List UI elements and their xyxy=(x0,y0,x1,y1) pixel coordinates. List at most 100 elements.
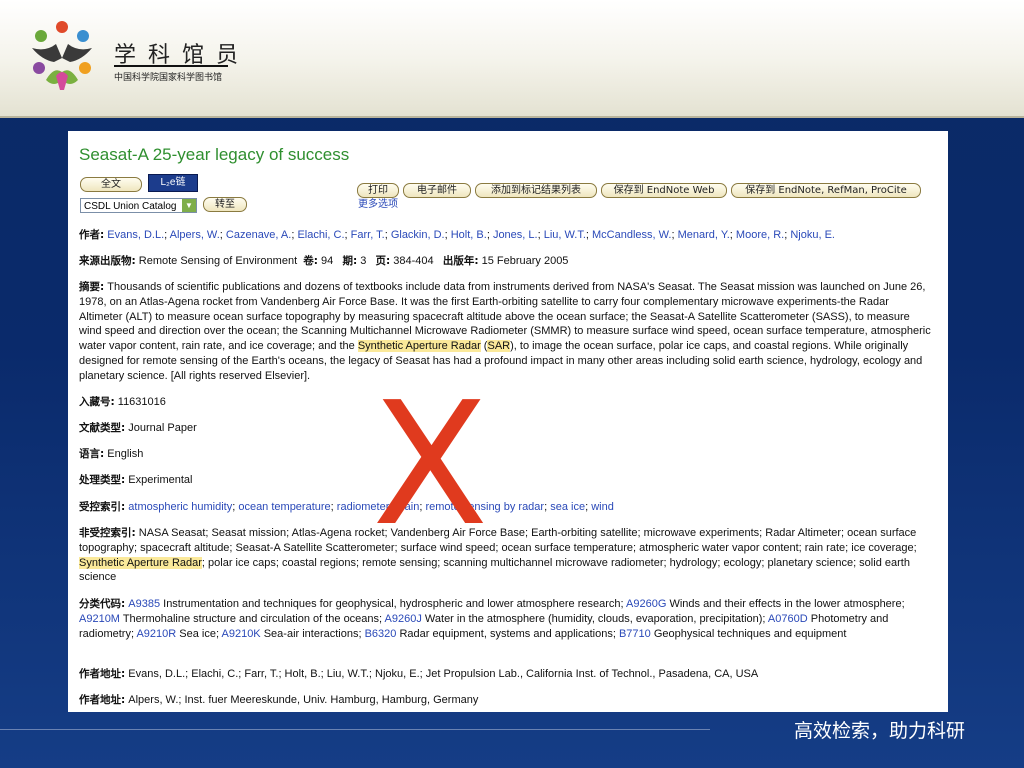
address-value-1: Evans, D.L.; Elachi, C.; Farr, T.; Holt,… xyxy=(128,668,759,680)
treatment-label: 处理类型: xyxy=(79,474,126,486)
author-link[interactable]: Holt, B. xyxy=(451,229,487,241)
classification-code-link[interactable]: A9260J xyxy=(385,613,422,625)
abstract-field: 摘要: Thousands of scientific publications… xyxy=(79,280,934,384)
save-endnote-web-button[interactable]: 保存到 EndNote Web xyxy=(601,183,727,198)
classification-description: Water in the atmosphere (humidity, cloud… xyxy=(421,612,768,625)
classification-label: 分类代码: xyxy=(79,598,126,610)
red-x-mark: X xyxy=(372,366,489,564)
uncontrolled-terms-field: 非受控索引: NASA Seasat; Seasat mission; Atla… xyxy=(79,526,934,585)
classification-code-link[interactable]: A9210R xyxy=(136,628,176,640)
authors-list: Evans, D.L.; Alpers, W.; Cazenave, A.; E… xyxy=(107,229,835,241)
classification-description: Sea-air interactions; xyxy=(260,627,365,640)
year-label: 出版年: xyxy=(442,255,479,267)
brand-underline xyxy=(114,65,228,67)
classification-description: Sea ice; xyxy=(176,627,222,640)
pages-label: 页: xyxy=(375,255,391,267)
accession-field: 入藏号: 11631016 xyxy=(79,395,934,410)
uncontrolled-highlight: Synthetic Aperture Radar xyxy=(79,556,202,569)
email-button[interactable]: 电子邮件 xyxy=(403,183,471,198)
chevron-down-icon[interactable]: ▼ xyxy=(182,199,196,212)
language-label: 语言: xyxy=(79,448,105,460)
treatment-field: 处理类型: Experimental xyxy=(79,473,934,488)
author-link[interactable]: Elachi, C. xyxy=(297,229,344,241)
author-link[interactable]: Njoku, E. xyxy=(790,229,835,241)
classification-description: Geophysical techniques and equipment xyxy=(650,627,847,640)
author-link[interactable]: Liu, W.T. xyxy=(544,229,586,241)
source-field: 来源出版物: Remote Sensing of Environment 卷: … xyxy=(79,254,934,269)
classification-description: Instrumentation and techniques for geoph… xyxy=(160,598,627,610)
language-field: 语言: English xyxy=(79,447,934,462)
accession-value: 11631016 xyxy=(117,396,166,408)
classification-description: Radar equipment, systems and application… xyxy=(396,627,619,640)
library-people-logo-icon xyxy=(32,21,92,90)
controlled-term-link[interactable]: wind xyxy=(591,501,614,513)
classification-code-link[interactable]: A9260G xyxy=(626,598,666,610)
classification-code-link[interactable]: B7710 xyxy=(619,628,651,640)
pages-value: 384-404 xyxy=(393,255,434,267)
classification-description: Thermohaline structure and circulation o… xyxy=(119,612,385,625)
goto-button[interactable]: 转至 xyxy=(203,197,247,212)
catalog-select[interactable]: CSDL Union Catalog ▼ xyxy=(80,198,197,213)
volume-value: 94 xyxy=(321,255,334,267)
address-label-1: 作者地址: xyxy=(79,668,126,680)
controlled-label: 受控索引: xyxy=(79,501,126,513)
abstract-label: 摘要: xyxy=(79,281,105,293)
doctype-value: Journal Paper xyxy=(128,422,197,434)
issue-value: 3 xyxy=(360,255,367,267)
issue-label: 期: xyxy=(342,255,358,267)
link-resolver-button[interactable]: L₂e链 xyxy=(148,174,198,192)
source-value: Remote Sensing of Environment xyxy=(138,255,298,267)
accession-label: 入藏号: xyxy=(79,396,115,408)
classification-field: 分类代码: A9385 Instrumentation and techniqu… xyxy=(79,597,934,641)
uncontrolled-text: NASA Seasat; Seasat mission; Atlas-Agena… xyxy=(79,527,917,554)
classification-code-link[interactable]: A9210K xyxy=(222,628,261,640)
author-link[interactable]: Cazenave, A. xyxy=(226,229,291,241)
doctype-label: 文献类型: xyxy=(79,422,126,434)
uncontrolled-label: 非受控索引: xyxy=(79,527,136,539)
address-label-2: 作者地址: xyxy=(79,694,126,706)
authors-label: 作者: xyxy=(79,229,105,241)
author-link[interactable]: Glackin, D. xyxy=(391,229,445,241)
volume-label: 卷: xyxy=(303,255,318,267)
author-link[interactable]: Alpers, W. xyxy=(170,229,220,241)
address-value-2: Alpers, W.; Inst. fuer Meereskunde, Univ… xyxy=(128,694,479,706)
record-panel: Seasat-A 25-year legacy of success 全文 L₂… xyxy=(68,131,948,712)
uncontrolled-text-end: ; polar ice caps; coastal regions; remot… xyxy=(79,556,910,584)
article-title[interactable]: Seasat-A 25-year legacy of success xyxy=(79,145,349,165)
controlled-term-link[interactable]: atmospheric humidity xyxy=(128,501,232,513)
author-link[interactable]: Evans, D.L. xyxy=(107,229,164,241)
abstract-highlight: Synthetic Aperture Radar xyxy=(357,340,481,353)
doctype-field: 文献类型: Journal Paper xyxy=(79,421,934,436)
address-field-1: 作者地址: Evans, D.L.; Elachi, C.; Farr, T.;… xyxy=(79,667,934,682)
source-label: 来源出版物: xyxy=(79,255,136,267)
author-link[interactable]: McCandless, W. xyxy=(592,229,671,241)
classification-code-link[interactable]: A9385 xyxy=(128,598,160,610)
save-endnote-refman-button[interactable]: 保存到 EndNote, RefMan, ProCite xyxy=(731,183,921,198)
more-options-link[interactable]: 更多选项 xyxy=(358,195,398,210)
header-band: 学科馆员 中国科学院国家科学图书馆 xyxy=(0,0,1024,118)
language-value: English xyxy=(107,448,144,460)
footer-slogan: 高效检索，助力科研 xyxy=(794,720,966,742)
address-field-2: 作者地址: Alpers, W.; Inst. fuer Meereskunde… xyxy=(79,693,934,708)
author-link[interactable]: Farr, T. xyxy=(351,229,385,241)
author-link[interactable]: Moore, R. xyxy=(736,229,784,241)
author-link[interactable]: Jones, L. xyxy=(493,229,538,241)
classification-code-link[interactable]: A0760D xyxy=(768,613,808,625)
classification-code-link[interactable]: B6320 xyxy=(365,628,397,640)
controlled-term-link[interactable]: ocean temperature xyxy=(238,501,330,513)
abstract-highlight-abbr: SAR xyxy=(487,340,511,353)
catalog-select-value: CSDL Union Catalog xyxy=(84,201,177,212)
add-marked-list-button[interactable]: 添加到标记结果列表 xyxy=(475,183,597,198)
classification-description: Winds and their effects in the lower atm… xyxy=(666,598,905,610)
author-link[interactable]: Menard, Y. xyxy=(678,229,730,241)
classification-list: A9385 Instrumentation and techniques for… xyxy=(79,598,905,640)
brand-subtitle: 中国科学院国家科学图书馆 xyxy=(114,73,223,83)
fulltext-button[interactable]: 全文 xyxy=(80,177,142,192)
authors-field: 作者: Evans, D.L.; Alpers, W.; Cazenave, A… xyxy=(79,228,934,243)
treatment-value: Experimental xyxy=(128,474,193,486)
controlled-term-link[interactable]: sea ice xyxy=(550,501,585,513)
year-value: 15 February 2005 xyxy=(481,255,569,267)
controlled-terms-field: 受控索引: atmospheric humidity; ocean temper… xyxy=(79,500,934,515)
classification-code-link[interactable]: A9210M xyxy=(79,613,120,625)
footer-divider xyxy=(0,729,710,730)
